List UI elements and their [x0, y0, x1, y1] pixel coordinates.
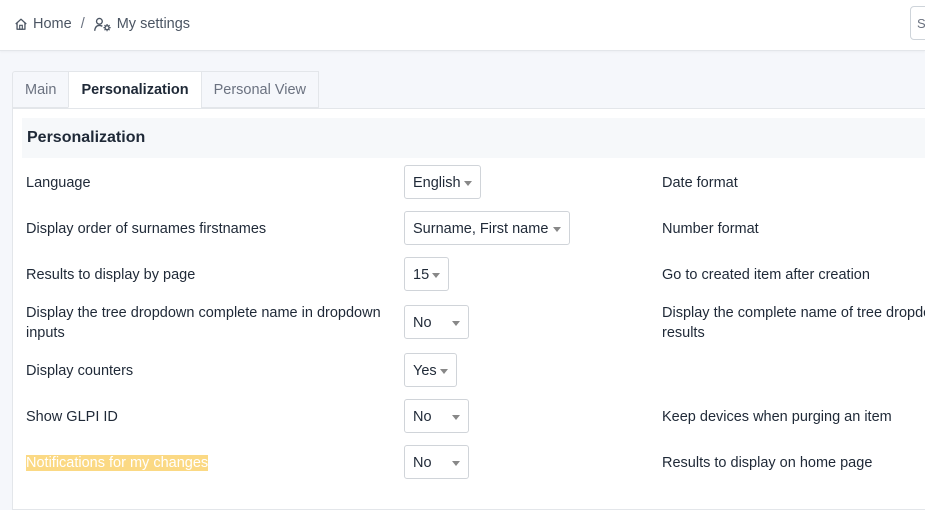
home-link[interactable]: Home: [33, 16, 72, 32]
show-glpi-id-value: No: [413, 409, 432, 425]
settings-link[interactable]: My settings: [117, 16, 190, 32]
results-per-page-value: 15: [413, 267, 430, 283]
name-order-select[interactable]: Surname, First name: [404, 211, 570, 245]
home-icon: [15, 18, 27, 30]
results-per-page-select[interactable]: 15: [404, 257, 449, 291]
show-glpi-id-label: Show GLPI ID: [26, 409, 118, 425]
user-cog-icon: [93, 17, 111, 31]
chevron-down-icon: [452, 415, 460, 420]
breadcrumb-settings[interactable]: My settings: [93, 16, 190, 32]
language-select[interactable]: English: [404, 165, 481, 199]
chevron-down-icon: [464, 181, 472, 186]
display-counters-value: Yes: [413, 363, 437, 379]
chevron-down-icon: [432, 273, 440, 278]
number-format-label: Number format: [662, 221, 759, 237]
chevron-down-icon: [440, 369, 448, 374]
chevron-down-icon: [553, 227, 561, 232]
section-title: Personalization: [22, 118, 925, 158]
name-order-value: Surname, First name: [413, 221, 549, 237]
search-input[interactable]: S: [910, 6, 925, 40]
notifications-label-text: Notifications for my changes: [26, 455, 209, 471]
breadcrumb: Home / My settings: [14, 14, 190, 34]
breadcrumb-home[interactable]: Home: [14, 16, 72, 32]
top-bar: Home / My settings S: [0, 0, 925, 51]
go-to-created-item-label: Go to created item after creation: [662, 267, 870, 283]
settings-tabs: Main Personalization Personal View: [12, 71, 320, 109]
tree-dropdown-name-value: No: [413, 315, 432, 331]
name-order-label: Display order of surnames firstnames: [26, 221, 267, 237]
notifications-value: No: [413, 455, 432, 471]
chevron-down-icon: [452, 461, 460, 466]
complete-name-tree-dropdown-label: Display the complete name of tree dropdo…: [662, 305, 925, 341]
chevron-down-icon: [452, 321, 460, 326]
breadcrumb-separator: /: [80, 16, 85, 32]
notifications-select[interactable]: No: [404, 445, 469, 479]
date-format-label: Date format: [662, 175, 738, 191]
language-value: English: [413, 175, 461, 191]
tree-dropdown-name-select[interactable]: No: [404, 305, 469, 339]
tree-dropdown-name-label: Display the tree dropdown complete name …: [26, 305, 381, 341]
display-counters-label: Display counters: [26, 363, 134, 379]
tab-personal-view[interactable]: Personal View: [200, 71, 320, 108]
results-home-page-label: Results to display on home page: [662, 455, 873, 471]
language-label: Language: [26, 175, 91, 191]
display-counters-select[interactable]: Yes: [404, 353, 457, 387]
notifications-label: Notifications for my changes: [26, 453, 209, 473]
results-per-page-label: Results to display by page: [26, 267, 196, 283]
keep-devices-label: Keep devices when purging an item: [662, 409, 892, 425]
tab-main[interactable]: Main: [12, 71, 70, 108]
tab-personalization[interactable]: Personalization: [68, 71, 202, 108]
show-glpi-id-select[interactable]: No: [404, 399, 469, 433]
